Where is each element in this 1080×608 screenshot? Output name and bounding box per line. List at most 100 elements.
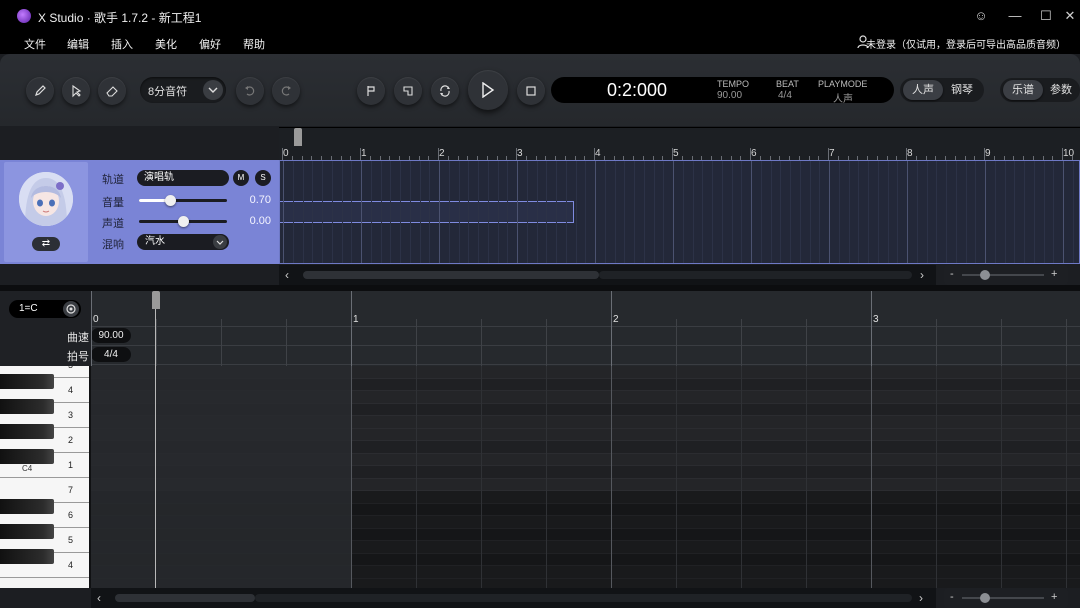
tempo-value[interactable]: 90.00 [717, 90, 742, 101]
beat-line [221, 319, 222, 366]
app-logo-icon [17, 9, 31, 23]
scroll-right-icon[interactable]: › [920, 268, 924, 282]
feedback-icon[interactable]: ☺ [971, 7, 991, 25]
ruler-tick [672, 148, 673, 160]
lane-grid-line [936, 161, 938, 263]
piano-keyboard[interactable]: 5 4 3 2 1 7 6 5 4 C4 [0, 366, 91, 588]
zoom-in-icon[interactable]: + [1051, 591, 1057, 603]
stop-button[interactable] [517, 77, 545, 105]
lane-grid-line [663, 161, 665, 263]
snap-dropdown[interactable]: 8分音符 [140, 77, 226, 103]
score-view-button[interactable]: 乐谱 [1003, 80, 1043, 100]
gear-icon[interactable] [63, 301, 79, 317]
swap-singer-button[interactable]: ⇄ [32, 237, 60, 251]
lane-grid-line [702, 161, 704, 263]
loop-button[interactable] [431, 77, 459, 105]
undo-button[interactable] [236, 77, 264, 105]
piano-roll-ruler[interactable]: 90.00 4/4 0 1 2 3 [91, 291, 1080, 366]
maximize-button[interactable]: ☐ [1036, 7, 1056, 25]
menu-edit[interactable]: 编辑 [67, 36, 89, 52]
piano-roll-zoom-control[interactable]: - + [944, 588, 1068, 608]
piano-black-key[interactable] [0, 399, 54, 414]
marker-button[interactable] [357, 77, 385, 105]
volume-slider-knob[interactable] [164, 195, 176, 206]
zoom-slider-knob[interactable] [980, 270, 990, 280]
zoom-out-icon[interactable]: - [950, 268, 954, 280]
menu-beautify[interactable]: 美化 [155, 36, 177, 52]
piano-roll-playhead-handle[interactable] [152, 291, 160, 309]
piano-key-label: 6 [68, 510, 74, 520]
menu-insert[interactable]: 插入 [111, 36, 133, 52]
lane-grid-line [838, 161, 840, 263]
piano-black-key[interactable] [0, 524, 54, 539]
tempo-value-pill[interactable]: 90.00 [91, 328, 131, 343]
close-button[interactable]: ✕ [1060, 7, 1080, 25]
piano-black-key[interactable] [0, 449, 54, 464]
zoom-slider[interactable] [962, 597, 1044, 599]
scroll-left-icon[interactable]: ‹ [97, 591, 101, 605]
login-status[interactable]: 未登录（仅试用，登录后可导出高品质音频） [866, 36, 1066, 51]
eraser-tool-button[interactable] [98, 77, 126, 105]
meter-value-pill[interactable]: 4/4 [91, 347, 131, 362]
metronome-button[interactable] [394, 77, 422, 105]
lane-grid-line [419, 161, 421, 263]
lane-grid-line [497, 161, 499, 263]
track-timeline-ruler[interactable]: 0 1 2 3 4 5 6 7 8 9 10 [279, 127, 1080, 160]
volume-slider[interactable] [139, 195, 227, 206]
vocal-part-block[interactable] [280, 201, 574, 223]
key-signature-button[interactable]: 1=C [9, 300, 81, 318]
piano-roll-horizontal-scrollbar[interactable]: ‹ › [91, 588, 936, 608]
ruler-bar-number: 2 [439, 148, 445, 159]
pencil-tool-button[interactable] [26, 77, 54, 105]
lane-grid-line [409, 161, 411, 263]
solo-button[interactable]: S [255, 170, 271, 186]
lane-grid-line [478, 161, 479, 263]
piano-black-key[interactable] [0, 374, 54, 389]
scrollbar-thumb[interactable] [303, 271, 599, 279]
lane-grid-line [331, 161, 333, 263]
piano-black-key[interactable] [0, 499, 54, 514]
pan-slider-knob[interactable] [178, 216, 189, 227]
lane-grid-line [643, 161, 645, 263]
zoom-out-icon[interactable]: - [950, 591, 954, 603]
menu-help[interactable]: 帮助 [243, 36, 265, 52]
playmode-label: PLAYMODE [818, 79, 868, 89]
lane-grid-line [546, 161, 548, 263]
piano-black-key[interactable] [0, 549, 54, 564]
beat-label: BEAT [776, 79, 799, 89]
zoom-in-icon[interactable]: + [1051, 268, 1057, 280]
track-name-field[interactable]: 演唱轨 [137, 170, 229, 186]
piano-black-key[interactable] [0, 424, 54, 439]
scroll-right-icon[interactable]: › [919, 591, 923, 605]
beat-line [936, 319, 937, 366]
zoom-slider[interactable] [962, 274, 1044, 276]
play-button[interactable] [468, 70, 508, 110]
pan-slider[interactable] [139, 216, 227, 227]
track-playhead-handle[interactable] [294, 128, 302, 146]
mute-button[interactable]: M [233, 170, 249, 186]
voice-mode-button[interactable]: 人声 [903, 80, 943, 100]
scrollbar-thumb[interactable] [115, 594, 255, 602]
view-toggle: 乐谱 参数 [1000, 78, 1080, 102]
ruler-row-divider [91, 326, 1080, 327]
lane-grid-line [731, 161, 733, 263]
menu-file[interactable]: 文件 [24, 36, 46, 52]
piano-roll-bar-number: 2 [613, 314, 619, 325]
scroll-left-icon[interactable]: ‹ [285, 268, 289, 282]
piano-mode-button[interactable]: 钢琴 [943, 80, 981, 100]
track-horizontal-scrollbar[interactable]: ‹ › [279, 265, 936, 285]
reverb-dropdown[interactable]: 汽水 [137, 234, 229, 250]
params-view-button[interactable]: 参数 [1043, 80, 1079, 100]
track-zoom-control[interactable]: - + [944, 265, 1068, 285]
menu-preferences[interactable]: 偏好 [199, 36, 221, 52]
note-editor-grid[interactable] [91, 366, 1080, 588]
beat-value[interactable]: 4/4 [778, 90, 792, 101]
minimize-button[interactable]: — [1005, 7, 1025, 25]
redo-button[interactable] [272, 77, 300, 105]
singer-avatar[interactable] [19, 172, 73, 226]
ruler-tick [594, 148, 595, 160]
select-tool-button[interactable] [62, 77, 90, 105]
track-lane[interactable] [279, 160, 1080, 264]
zoom-slider-knob[interactable] [980, 593, 990, 603]
loop-icon [440, 85, 450, 97]
